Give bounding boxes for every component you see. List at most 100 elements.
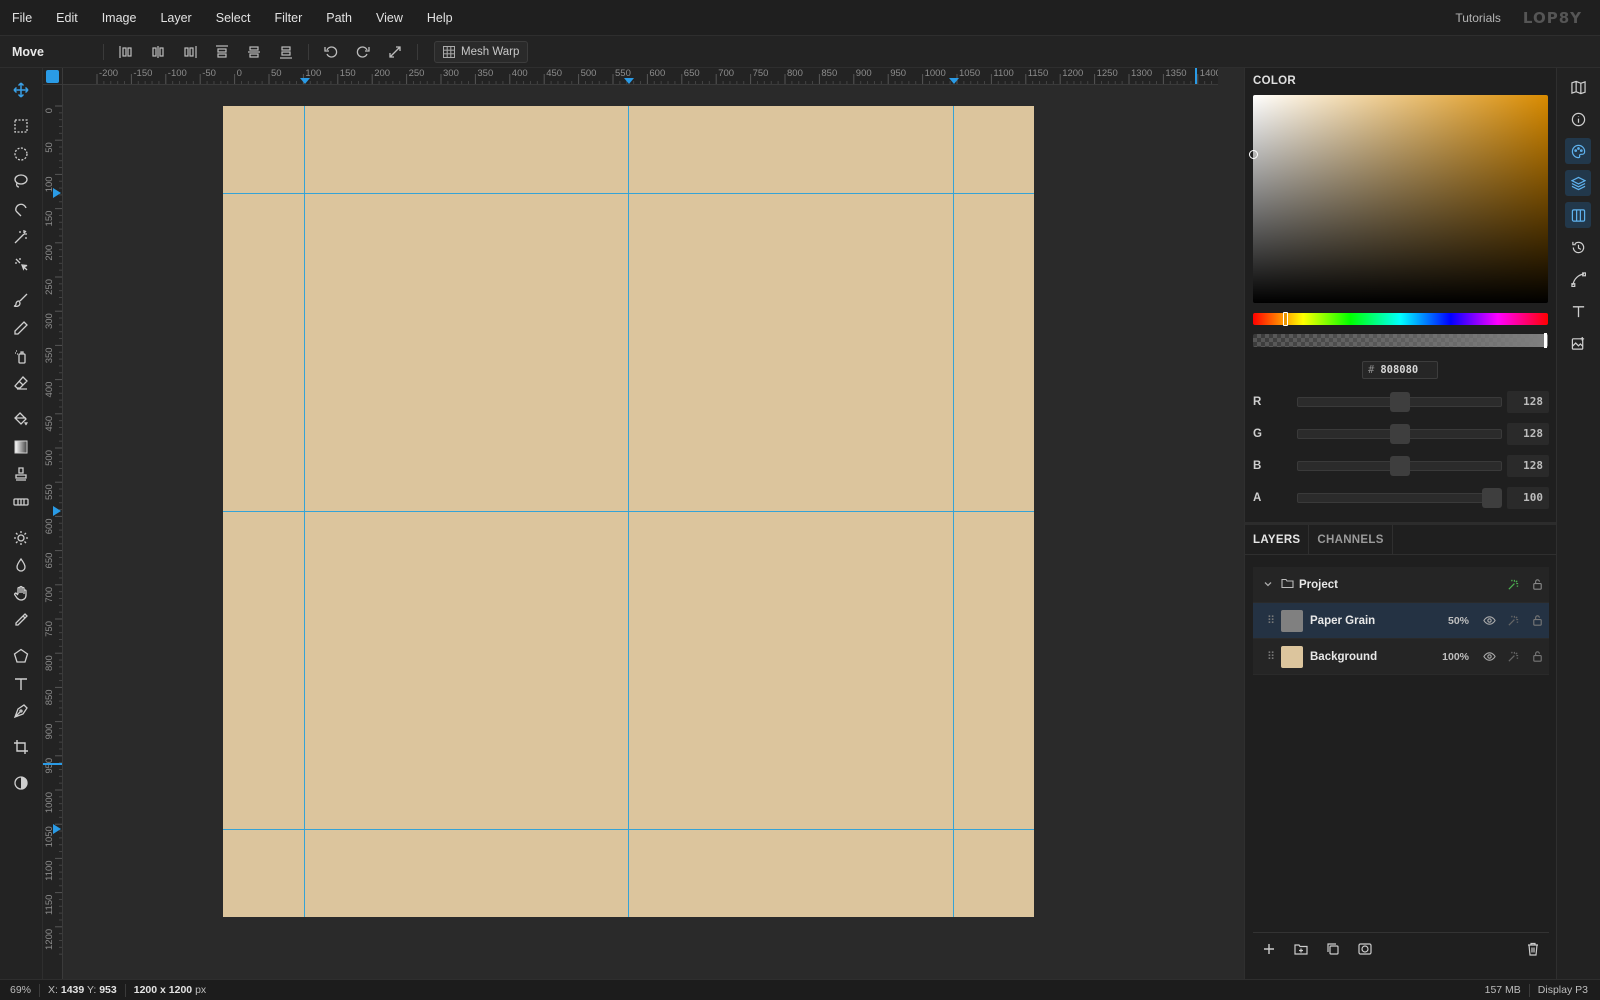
palette-icon[interactable] (1565, 138, 1591, 164)
brush-icon[interactable] (8, 288, 34, 312)
sv-cursor[interactable] (1249, 150, 1258, 159)
hue-thumb[interactable] (1283, 312, 1288, 326)
layer-opacity[interactable]: 50% (1448, 615, 1469, 627)
mask-icon[interactable] (1349, 934, 1381, 964)
channel-value[interactable]: 128 (1507, 391, 1549, 413)
lock-icon[interactable] (1525, 647, 1549, 667)
guide-marker[interactable] (300, 78, 310, 84)
contrast-icon[interactable] (8, 771, 34, 795)
spray-icon[interactable] (8, 344, 34, 368)
guide-marker[interactable] (624, 78, 634, 84)
color-profile[interactable]: Display P3 (1530, 984, 1600, 997)
channel-value[interactable]: 128 (1507, 455, 1549, 477)
history-icon[interactable] (1565, 234, 1591, 260)
crop-icon[interactable] (8, 735, 34, 759)
effects-icon[interactable] (1501, 575, 1525, 595)
saturation-value-picker[interactable] (1249, 95, 1548, 303)
lock-icon[interactable] (1525, 611, 1549, 631)
layer-name[interactable]: Paper Grain (1310, 615, 1448, 627)
layer-group-row[interactable]: Project (1253, 567, 1549, 603)
path-icon[interactable] (1565, 266, 1591, 292)
layer-opacity[interactable]: 100% (1442, 651, 1469, 663)
rotate-ccw-icon[interactable] (319, 42, 343, 62)
layers-icon[interactable] (1565, 170, 1591, 196)
align-right-icon[interactable] (178, 42, 202, 62)
guide-horizontal[interactable] (223, 193, 1034, 194)
menu-view[interactable]: View (364, 11, 415, 25)
alpha-thumb[interactable] (1544, 333, 1547, 348)
channel-slider[interactable] (1296, 424, 1503, 444)
lasso-icon[interactable] (8, 169, 34, 193)
effects-icon[interactable] (1501, 647, 1525, 667)
new-group-icon[interactable] (1285, 934, 1317, 964)
ruler-corner[interactable] (43, 68, 63, 85)
layer-row[interactable]: ⠿ Background 100% (1253, 639, 1549, 675)
magic-wand-icon[interactable] (8, 225, 34, 249)
mesh-warp-button[interactable]: Mesh Warp (434, 40, 529, 63)
guide-marker[interactable] (53, 188, 61, 198)
guide-marker[interactable] (53, 506, 61, 516)
tab-channels[interactable]: CHANNELS (1309, 525, 1393, 554)
text-tool-icon[interactable] (8, 672, 34, 696)
polygon-icon[interactable] (8, 644, 34, 668)
horizontal-ruler[interactable]: -200 -150 -100 -50 0 50 100 150 200 250 300 350 400 4… (63, 68, 1218, 85)
channel-thumb[interactable] (1481, 488, 1502, 508)
move-tool-icon[interactable] (8, 78, 34, 102)
channel-slider[interactable] (1296, 392, 1503, 412)
rotate-cw-icon[interactable] (351, 42, 375, 62)
menu-select[interactable]: Select (204, 11, 263, 25)
menu-path[interactable]: Path (314, 11, 364, 25)
gradient-icon[interactable] (8, 435, 34, 459)
chevron-down-icon[interactable] (1263, 578, 1281, 592)
channel-slider[interactable] (1296, 488, 1503, 508)
delete-layer-icon[interactable] (1517, 934, 1549, 964)
menu-edit[interactable]: Edit (44, 11, 90, 25)
eraser-icon[interactable] (8, 371, 34, 395)
healing-icon[interactable] (8, 490, 34, 514)
pen-icon[interactable] (8, 699, 34, 723)
channel-slider[interactable] (1296, 456, 1503, 476)
hand-icon[interactable] (8, 581, 34, 605)
menu-file[interactable]: File (0, 11, 44, 25)
document-canvas[interactable] (223, 106, 1034, 917)
align-bottom-icon[interactable] (274, 42, 298, 62)
canvas-area[interactable] (63, 86, 1218, 979)
guide-horizontal[interactable] (223, 511, 1034, 512)
drag-handle-icon[interactable]: ⠿ (1267, 650, 1281, 663)
layer-row[interactable]: ⠿ Paper Grain 50% (1253, 603, 1549, 639)
zoom-level[interactable]: 69% (0, 983, 41, 997)
ellipse-select-icon[interactable] (8, 142, 34, 166)
quick-select-icon[interactable] (8, 252, 34, 276)
stamp-icon[interactable] (8, 462, 34, 486)
align-vcenter-icon[interactable] (242, 42, 266, 62)
text-panel-icon[interactable] (1565, 298, 1591, 324)
blur-icon[interactable] (8, 553, 34, 577)
channel-thumb[interactable] (1390, 424, 1411, 444)
group-name[interactable]: Project (1299, 579, 1501, 591)
menu-image[interactable]: Image (90, 11, 149, 25)
channel-value[interactable]: 128 (1507, 423, 1549, 445)
hex-input[interactable]: # 808080 (1362, 361, 1438, 379)
align-left-icon[interactable] (114, 42, 138, 62)
hue-slider[interactable] (1253, 312, 1548, 326)
magnetic-lasso-icon[interactable] (8, 197, 34, 221)
lock-icon[interactable] (1525, 575, 1549, 595)
pencil-icon[interactable] (8, 316, 34, 340)
tab-layers[interactable]: LAYERS (1245, 525, 1310, 554)
image-adjust-icon[interactable] (1565, 330, 1591, 356)
eye-icon[interactable] (1477, 611, 1501, 631)
channels-icon[interactable] (1565, 202, 1591, 228)
menu-layer[interactable]: Layer (148, 11, 203, 25)
effects-icon[interactable] (1501, 611, 1525, 631)
duplicate-layer-icon[interactable] (1317, 934, 1349, 964)
guide-horizontal[interactable] (223, 829, 1034, 830)
drag-handle-icon[interactable]: ⠿ (1267, 614, 1281, 627)
expand-icon[interactable] (383, 42, 407, 62)
menu-help[interactable]: Help (415, 11, 465, 25)
rect-select-icon[interactable] (8, 114, 34, 138)
add-layer-icon[interactable] (1253, 934, 1285, 964)
channel-thumb[interactable] (1390, 392, 1411, 412)
channel-thumb[interactable] (1390, 456, 1411, 476)
fill-bucket-icon[interactable] (8, 407, 34, 431)
vertical-ruler[interactable]: 0 50 100 150 200 250 300 350 400 450 500 550 600 650 7… (43, 85, 63, 979)
